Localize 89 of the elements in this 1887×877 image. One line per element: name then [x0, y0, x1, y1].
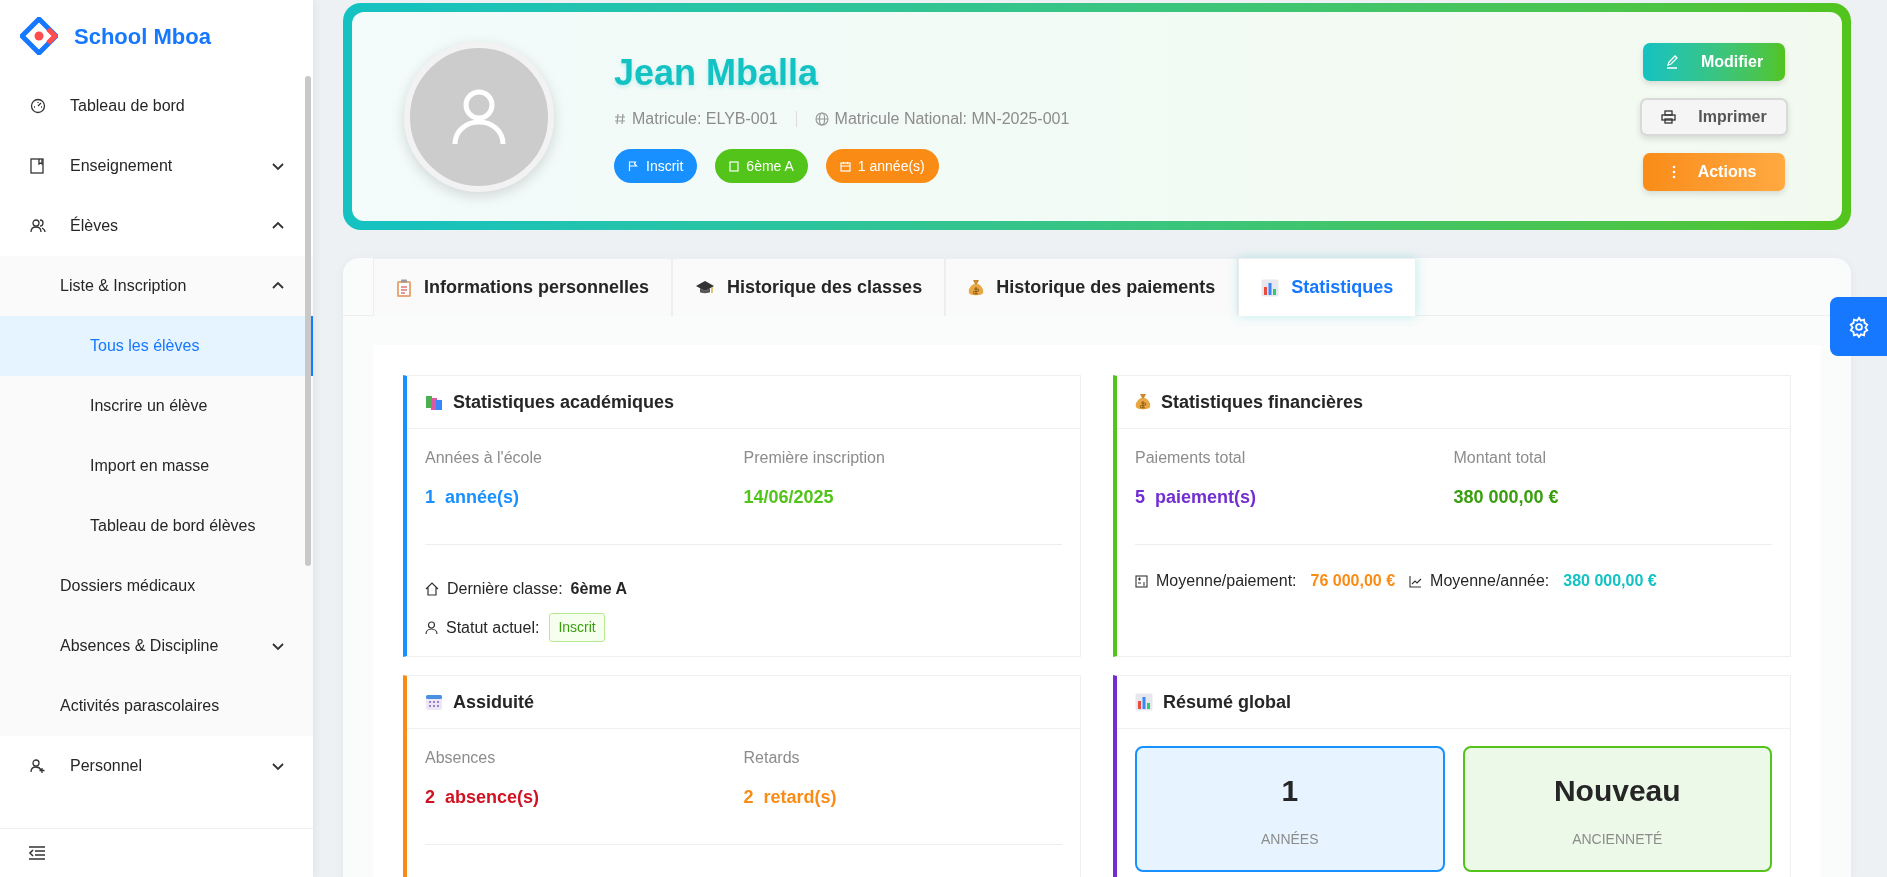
users-icon: [30, 218, 46, 234]
home-icon: [425, 581, 439, 596]
stat-label: Années à l'école: [425, 448, 543, 468]
summary-value: 1: [1281, 773, 1299, 809]
stat-label: Retards: [743, 748, 801, 768]
stat-unit: année(s): [445, 486, 520, 509]
line-chart-icon: [1409, 574, 1423, 588]
stat-unit: absence(s): [445, 786, 540, 809]
calendar-icon: [839, 160, 851, 172]
menu-item[interactable]: Tableau de bord élèves: [0, 496, 313, 556]
collapse-menu-icon[interactable]: [28, 845, 46, 861]
dashboard-icon: [30, 98, 46, 114]
stat-label: Absences: [425, 748, 497, 768]
chevron-down-icon: [271, 640, 285, 652]
menu-item[interactable]: Absences & Discipline: [0, 616, 313, 676]
more-icon: [1671, 164, 1676, 179]
menu-item[interactable]: Tableau de bord: [0, 76, 313, 136]
tab[interactable]: Informations personnelles: [373, 258, 673, 316]
edit-icon: [1664, 54, 1679, 69]
user-icon: [425, 620, 438, 635]
menu-item[interactable]: Import en masse: [0, 436, 313, 496]
printer-icon: [1661, 109, 1677, 124]
stat-label: Paiements total: [1135, 448, 1247, 468]
stat-value: 2: [743, 786, 754, 809]
summary-value: Nouveau: [1553, 773, 1681, 809]
graduation-cap-icon: [695, 279, 716, 296]
menu-item[interactable]: Liste & Inscription: [0, 256, 313, 316]
detail-label: Statut actuel:: [446, 617, 540, 638]
user-icon: [452, 87, 506, 146]
money-bag-icon: [1135, 393, 1151, 411]
card-title: Assiduité: [453, 690, 535, 714]
menu-item[interactable]: Personnel: [0, 736, 313, 796]
detail-value: 380 000,00 €: [1563, 571, 1657, 591]
detail-label: Dernière classe:: [447, 578, 563, 599]
globe-icon: [814, 112, 829, 126]
detail-value: 76 000,00 €: [1310, 571, 1396, 591]
chevron-down-icon: [271, 760, 285, 772]
menu-item[interactable]: Dossiers médicaux: [0, 556, 313, 616]
calculator-icon: [1135, 574, 1148, 588]
print-button[interactable]: Imprimer: [1640, 97, 1788, 136]
flag-icon: [628, 160, 639, 172]
stat-unit: paiement(s): [1155, 486, 1257, 509]
card-title: Statistiques financières: [1161, 390, 1364, 414]
stat-label: Montant total: [1453, 448, 1547, 468]
stat-value: 5: [1135, 486, 1145, 509]
detail-label: Moyenne/paiement:: [1156, 571, 1297, 591]
status-badge: 1 année(s): [825, 149, 939, 183]
money-bag-icon: [968, 278, 985, 297]
menu-item[interactable]: Tous les élèves: [0, 316, 313, 376]
card-title: Résumé global: [1163, 690, 1292, 714]
tab[interactable]: Historique des paiements: [945, 258, 1239, 316]
tab[interactable]: Statistiques: [1238, 258, 1417, 316]
summary-label: ANNÉES: [1260, 830, 1319, 849]
stat-label: Première inscription: [743, 448, 886, 468]
app-logo-text: School Mboa: [74, 22, 211, 51]
user-add-icon: [30, 758, 46, 774]
scrollbar[interactable]: [305, 76, 311, 566]
stat-unit: retard(s): [763, 786, 837, 809]
matricule-text: Matricule: ELYB-001: [632, 109, 778, 129]
bar-chart-icon: [1261, 278, 1280, 297]
books-icon: [425, 393, 443, 411]
calendar-icon: [425, 693, 443, 711]
menu-item[interactable]: Inscrire un élève: [0, 376, 313, 436]
card-title: Statistiques académiques: [453, 390, 675, 414]
menu-item[interactable]: Activités parascolaires: [0, 676, 313, 736]
stat-value: 2: [425, 786, 435, 809]
status-badge: Inscrit: [614, 149, 698, 183]
stat-value: 1: [425, 486, 435, 509]
detail-value: 6ème A: [570, 578, 627, 599]
detail-label: Moyenne/année:: [1430, 571, 1550, 591]
national-matricule-text: Matricule National: MN-2025-001: [834, 109, 1070, 129]
summary-label: ANCIENNETÉ: [1572, 830, 1663, 849]
student-name: Jean Mballa: [614, 51, 820, 95]
tab[interactable]: Historique des classes: [672, 258, 946, 316]
stat-value: 380 000,00 €: [1453, 486, 1559, 509]
bar-chart-icon: [1135, 693, 1153, 711]
book-icon: [729, 160, 740, 172]
status-badge: 6ème A: [715, 149, 808, 183]
menu-item[interactable]: Enseignement: [0, 136, 313, 196]
settings-button[interactable]: [1830, 297, 1887, 356]
book-icon: [30, 158, 44, 174]
hash-icon: [614, 113, 626, 125]
stat-value: 14/06/2025: [743, 486, 834, 509]
menu-item[interactable]: Élèves: [0, 196, 313, 256]
status-tag: Inscrit: [549, 613, 605, 642]
clipboard-icon: [396, 278, 412, 297]
settings-icon: [1847, 315, 1870, 338]
logo-icon: [20, 17, 58, 55]
chevron-down-icon: [271, 160, 285, 172]
